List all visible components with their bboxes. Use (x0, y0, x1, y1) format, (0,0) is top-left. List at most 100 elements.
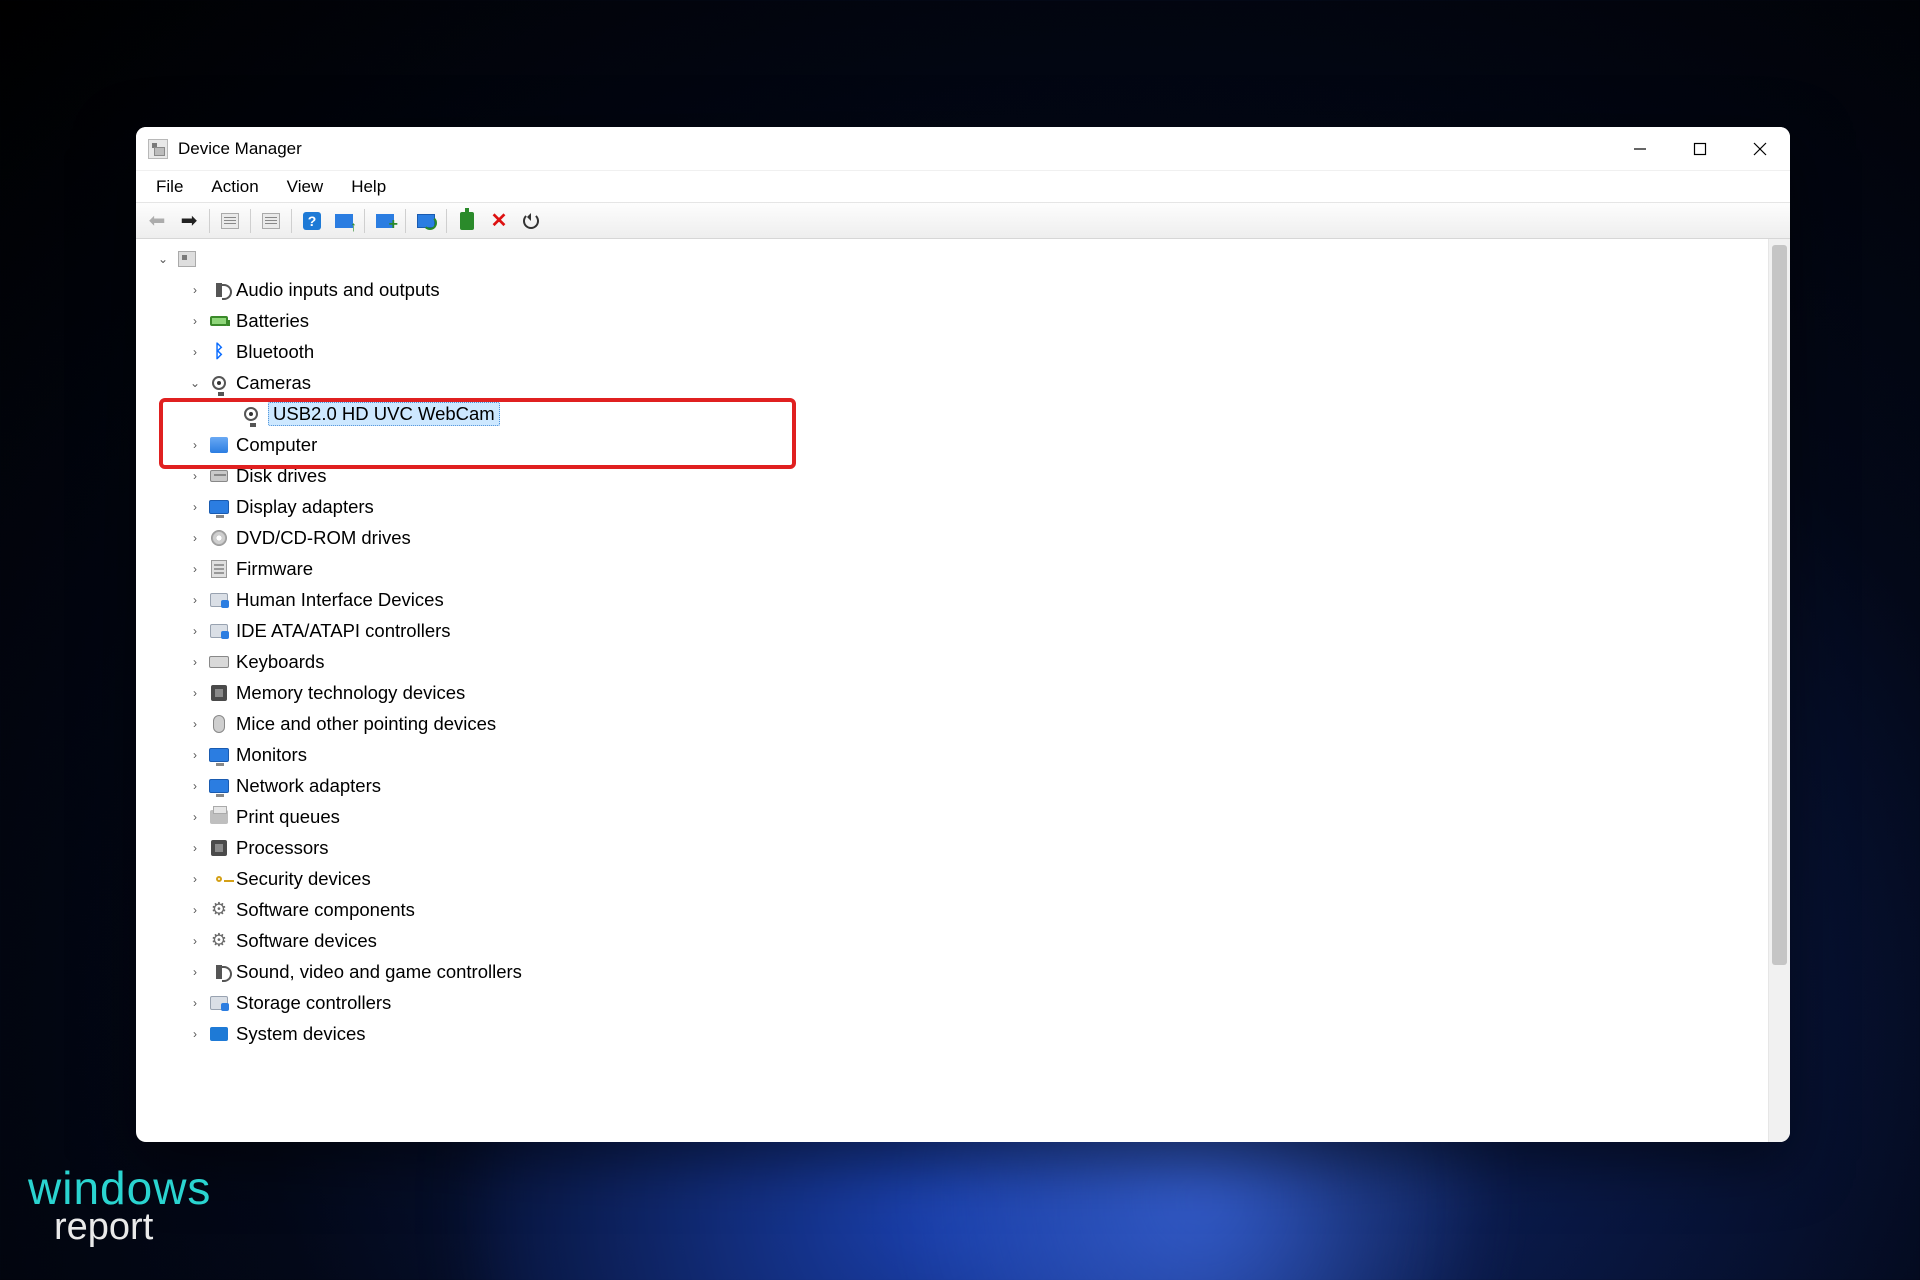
add-hardware-button[interactable] (370, 207, 400, 235)
tree-node-label: Monitors (236, 744, 313, 766)
tree-node-mouse[interactable]: › Mice and other pointing devices (146, 708, 1768, 739)
expander-icon[interactable]: › (186, 872, 204, 886)
refresh-button[interactable] (516, 207, 546, 235)
help-icon: ? (303, 212, 321, 230)
maximize-button[interactable] (1670, 127, 1730, 171)
tree-node-label: Display adapters (236, 496, 380, 518)
expander-icon[interactable]: › (186, 562, 204, 576)
expander-icon[interactable]: › (186, 996, 204, 1010)
properties-icon (262, 213, 280, 229)
tree-node-sec[interactable]: › Security devices (146, 863, 1768, 894)
tree-node-mem[interactable]: ›Memory technology devices (146, 677, 1768, 708)
show-hide-tree-button[interactable] (215, 207, 245, 235)
expander-icon[interactable]: › (186, 283, 204, 297)
tree-node-cam[interactable]: ⌄Cameras (146, 367, 1768, 398)
expander-icon[interactable]: › (186, 748, 204, 762)
expander-icon[interactable]: › (186, 655, 204, 669)
expander-icon[interactable]: › (186, 934, 204, 948)
tree-node-mon[interactable]: › Monitors (146, 739, 1768, 770)
expander-icon[interactable]: › (186, 500, 204, 514)
bt-icon: ᛒ (214, 341, 225, 362)
expander-icon[interactable]: › (186, 438, 204, 452)
vertical-scrollbar[interactable] (1768, 239, 1790, 1142)
expander-icon[interactable]: › (186, 314, 204, 328)
root-icon (178, 251, 196, 267)
watermark: windows report (28, 1168, 211, 1244)
titlebar: Device Manager (136, 127, 1790, 171)
dvd-icon (211, 530, 227, 546)
expander-icon[interactable]: › (186, 717, 204, 731)
help-button[interactable]: ? (297, 207, 327, 235)
device-tree[interactable]: ⌄›Audio inputs and outputs›Batteries›ᛒBl… (136, 239, 1768, 1142)
monitor-icon (209, 779, 229, 793)
expander-icon[interactable]: › (186, 686, 204, 700)
add-hardware-icon (376, 214, 394, 228)
gear-icon: ⚙ (211, 930, 227, 951)
expander-icon[interactable]: ⌄ (154, 252, 172, 266)
close-button[interactable] (1730, 127, 1790, 171)
toolbar-separator (364, 209, 365, 233)
expander-icon[interactable]: › (186, 779, 204, 793)
tree-node-proc[interactable]: ›Processors (146, 832, 1768, 863)
expander-icon[interactable]: › (186, 1027, 204, 1041)
tree-node-stor[interactable]: ›Storage controllers (146, 987, 1768, 1018)
properties-button[interactable] (256, 207, 286, 235)
expander-icon[interactable]: › (186, 841, 204, 855)
monitor-icon (209, 748, 229, 762)
tree-node-bt[interactable]: ›ᛒBluetooth (146, 336, 1768, 367)
menu-help[interactable]: Help (337, 173, 400, 201)
disable-device-button[interactable]: ✕ (484, 207, 514, 235)
expander-icon[interactable]: › (186, 345, 204, 359)
update-driver-button[interactable] (329, 207, 359, 235)
tree-node-disk[interactable]: ›Disk drives (146, 460, 1768, 491)
tree-node-fw[interactable]: ›Firmware (146, 553, 1768, 584)
expander-icon[interactable]: › (186, 531, 204, 545)
uninstall-button[interactable] (452, 207, 482, 235)
speaker-icon (216, 283, 222, 297)
tree-node-root[interactable]: ⌄ (146, 243, 1768, 274)
expander-icon[interactable]: › (186, 624, 204, 638)
scrollbar-thumb[interactable] (1772, 245, 1787, 965)
tree-node-kb[interactable]: ›Keyboards (146, 646, 1768, 677)
generic-icon (210, 593, 228, 607)
expander-icon[interactable]: ⌄ (186, 376, 204, 390)
tree-node-sys[interactable]: ›System devices (146, 1018, 1768, 1049)
expander-icon[interactable]: › (186, 965, 204, 979)
battery-icon (210, 316, 228, 326)
tree-node-batt[interactable]: ›Batteries (146, 305, 1768, 336)
minimize-button[interactable] (1610, 127, 1670, 171)
x-icon: ✕ (491, 211, 508, 231)
tree-node-cam0[interactable]: USB2.0 HD UVC WebCam (146, 398, 1768, 429)
tree-node-ide[interactable]: ›IDE ATA/ATAPI controllers (146, 615, 1768, 646)
key-icon (216, 876, 222, 882)
tree-node-label: Software components (236, 899, 421, 921)
tree-node-net[interactable]: ›Network adapters (146, 770, 1768, 801)
menu-view[interactable]: View (273, 173, 338, 201)
expander-icon[interactable]: › (186, 810, 204, 824)
expander-icon[interactable]: › (186, 469, 204, 483)
tree-node-swd[interactable]: ›⚙Software devices (146, 925, 1768, 956)
tree-node-dvd[interactable]: ›DVD/CD-ROM drives (146, 522, 1768, 553)
tree-node-label: Audio inputs and outputs (236, 279, 446, 301)
device-tree-area: ⌄›Audio inputs and outputs›Batteries›ᛒBl… (136, 239, 1790, 1142)
tree-node-audio[interactable]: › Audio inputs and outputs (146, 274, 1768, 305)
tree-node-comp[interactable]: ›Computer (146, 429, 1768, 460)
scan-hardware-button[interactable] (411, 207, 441, 235)
tree-node-print[interactable]: ›Print queues (146, 801, 1768, 832)
tree-node-hid[interactable]: ›Human Interface Devices (146, 584, 1768, 615)
tree-node-label: Mice and other pointing devices (236, 713, 502, 735)
back-button[interactable]: ⬅ (142, 207, 172, 235)
toolbar-separator (446, 209, 447, 233)
tree-node-label: Security devices (236, 868, 377, 890)
tree-node-swc[interactable]: ›⚙Software components (146, 894, 1768, 925)
expander-icon[interactable]: › (186, 593, 204, 607)
uninstall-icon (460, 212, 474, 230)
toolbar: ⬅ ➡ ? ✕ (136, 203, 1790, 239)
forward-button[interactable]: ➡ (174, 207, 204, 235)
expander-icon[interactable]: › (186, 903, 204, 917)
scan-hardware-icon (417, 214, 435, 228)
tree-node-disp[interactable]: › Display adapters (146, 491, 1768, 522)
tree-node-sound[interactable]: ›Sound, video and game controllers (146, 956, 1768, 987)
menu-action[interactable]: Action (197, 173, 272, 201)
menu-file[interactable]: File (142, 173, 197, 201)
